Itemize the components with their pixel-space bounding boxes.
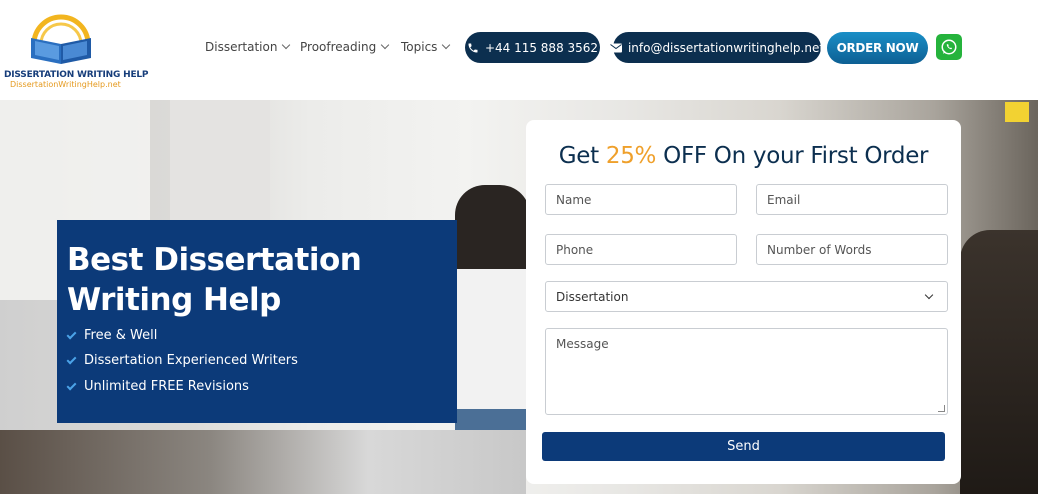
feature-label: Unlimited FREE Revisions	[84, 379, 249, 394]
page: DISSERTATION WRITING HELP DissertationWr…	[0, 0, 1038, 494]
site-logo[interactable]: DISSERTATION WRITING HELP DissertationWr…	[4, 8, 149, 92]
chevron-down-icon	[380, 40, 390, 50]
whatsapp-icon[interactable]	[936, 34, 962, 60]
message-placeholder: Message	[556, 337, 609, 351]
form-title-highlight: 25%	[605, 143, 657, 169]
feature-item: Unlimited FREE Revisions	[66, 379, 249, 394]
background-sticky-note	[1005, 102, 1029, 122]
envelope-icon	[609, 43, 622, 52]
email-input[interactable]: Email	[756, 184, 948, 215]
chevron-down-icon	[282, 40, 291, 50]
phone-placeholder: Phone	[556, 242, 594, 257]
background-person-right	[960, 230, 1038, 494]
words-placeholder: Number of Words	[767, 242, 872, 257]
service-select[interactable]: Dissertation	[545, 281, 948, 312]
feature-label: Free & Well	[84, 328, 158, 343]
nav-dissertation[interactable]: Dissertation	[205, 40, 291, 54]
logo-subtitle: DissertationWritingHelp.net	[10, 80, 121, 89]
phone-button[interactable]: +44 115 888 3562	[465, 32, 600, 63]
service-selected: Dissertation	[556, 289, 629, 304]
order-now-button[interactable]: ORDER NOW	[827, 32, 928, 64]
words-input[interactable]: Number of Words	[756, 234, 948, 265]
send-button[interactable]: Send	[542, 432, 945, 461]
logo-title: DISSERTATION WRITING HELP	[4, 70, 149, 80]
order-form: Get 25% OFF On your First Order Name Ema…	[526, 120, 961, 484]
form-title-pre: Get	[558, 143, 606, 169]
promo-heading: Best Dissertation Writing Help	[67, 242, 362, 318]
background-desk	[0, 430, 526, 494]
background-person	[455, 185, 530, 465]
name-placeholder: Name	[556, 192, 592, 207]
nav-dissertation-label: Dissertation	[205, 40, 278, 54]
email-placeholder: Email	[767, 192, 801, 207]
email-button[interactable]: info@dissertationwritinghelp.net	[609, 32, 825, 63]
phone-number: +44 115 888 3562	[484, 40, 599, 55]
nav-proofreading[interactable]: Proofreading	[300, 40, 390, 54]
feature-label: Dissertation Experienced Writers	[84, 353, 298, 368]
form-title-post: OFF On your First Order	[656, 143, 929, 169]
name-input[interactable]: Name	[545, 184, 737, 215]
nav-topics-label: Topics	[401, 40, 438, 54]
message-textarea[interactable]: Message	[545, 328, 948, 415]
email-address: info@dissertationwritinghelp.net	[627, 40, 825, 55]
site-header: DISSERTATION WRITING HELP DissertationWr…	[0, 0, 1038, 100]
resize-handle[interactable]	[938, 405, 945, 412]
form-title: Get 25% OFF On your First Order	[526, 143, 961, 169]
chevron-down-icon	[924, 290, 934, 299]
check-icon	[66, 329, 77, 339]
feature-item: Dissertation Experienced Writers	[66, 353, 298, 368]
nav-proofreading-label: Proofreading	[300, 40, 377, 54]
check-icon	[66, 380, 77, 390]
feature-item: Free & Well	[66, 328, 158, 343]
check-icon	[66, 354, 77, 364]
phone-icon	[468, 43, 478, 52]
nav-topics[interactable]: Topics	[401, 40, 451, 54]
chevron-down-icon	[442, 40, 451, 50]
promo-panel: Best Dissertation Writing Help Free & We…	[57, 220, 457, 423]
phone-input[interactable]: Phone	[545, 234, 737, 265]
background-wall	[170, 100, 270, 220]
logo-book-icon	[31, 14, 91, 64]
